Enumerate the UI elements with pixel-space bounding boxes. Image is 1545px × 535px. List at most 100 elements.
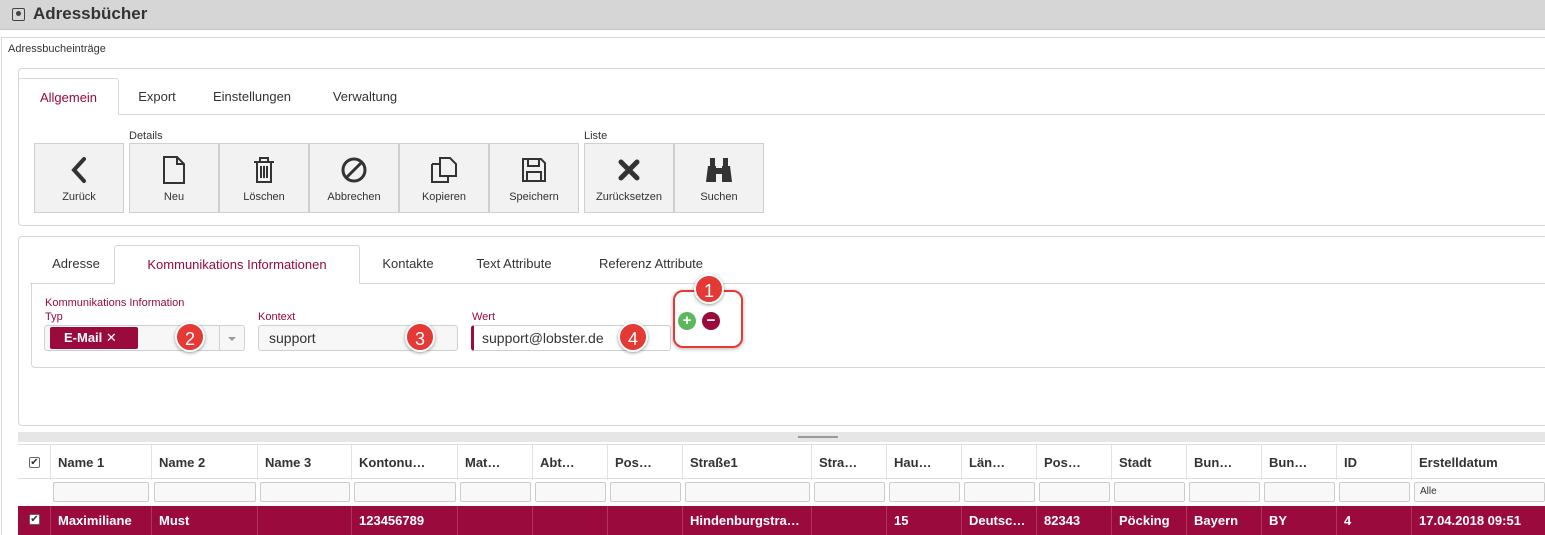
- add-icon[interactable]: +: [678, 312, 696, 330]
- binoculars-icon: [706, 158, 732, 182]
- tab-kontakte[interactable]: Kontakte: [368, 245, 448, 282]
- table-cell: Deutsc…: [962, 506, 1037, 535]
- save-button[interactable]: Speichern: [489, 143, 579, 213]
- column-header[interactable]: Stra…: [812, 445, 887, 480]
- table-cell: 17.04.2018 09:51: [1419, 513, 1521, 528]
- search-button-label: Suchen: [700, 191, 738, 203]
- remove-icon[interactable]: −: [702, 312, 720, 330]
- table-cell: Hindenburgstra…: [683, 506, 812, 535]
- badge-4: 4: [618, 322, 648, 352]
- tab-adresse[interactable]: Adresse: [34, 245, 118, 282]
- column-header[interactable]: Hau…: [887, 445, 962, 480]
- column-header[interactable]: Stadt: [1112, 445, 1187, 480]
- table-cell: BY: [1262, 506, 1337, 535]
- chevron-left-icon: [71, 157, 86, 183]
- column-header[interactable]: Straße1: [683, 445, 812, 480]
- filter-input[interactable]: [1039, 482, 1110, 502]
- tab-referenz-attribute[interactable]: Referenz Attribute: [584, 245, 718, 282]
- column-header[interactable]: Name 2: [152, 445, 258, 480]
- column-header[interactable]: Bun…: [1187, 445, 1262, 480]
- tab-kommunikations-informationen[interactable]: Kommunikations Informationen: [114, 245, 360, 284]
- filter-input[interactable]: [154, 482, 256, 502]
- delete-button[interactable]: Löschen: [219, 143, 309, 213]
- tab-verwaltung[interactable]: Verwaltung: [324, 78, 406, 115]
- row-select-cell[interactable]: ✔: [18, 506, 51, 535]
- table-cell: 123456789: [352, 506, 458, 535]
- tab-einstellungen[interactable]: Einstellungen: [202, 78, 302, 115]
- splitter-handle[interactable]: [18, 432, 1545, 442]
- tab-export[interactable]: Export: [125, 78, 189, 115]
- table-cell: [533, 506, 608, 535]
- save-button-label: Speichern: [509, 191, 559, 203]
- filter-input[interactable]: [1264, 482, 1335, 502]
- table-cell: Pöcking: [1112, 506, 1187, 535]
- new-button[interactable]: Neu: [129, 143, 219, 213]
- table-cell: [608, 506, 683, 535]
- copy-button[interactable]: Kopieren: [399, 143, 489, 213]
- table-cell: 15: [887, 506, 962, 535]
- filter-input[interactable]: [1339, 482, 1410, 502]
- filter-input[interactable]: [1114, 482, 1185, 502]
- filter-select-erstelldatum[interactable]: Alle: [1414, 482, 1545, 502]
- column-header[interactable]: ID: [1337, 445, 1412, 480]
- filter-input[interactable]: [53, 482, 149, 502]
- filter-input[interactable]: [535, 482, 606, 502]
- search-button[interactable]: Suchen: [674, 143, 764, 213]
- table-cell: Must: [152, 506, 258, 535]
- badge-2: 2: [175, 322, 205, 352]
- filter-input[interactable]: [260, 482, 350, 502]
- cancel-icon: [341, 157, 367, 183]
- column-header[interactable]: Name 3: [258, 445, 352, 480]
- filter-input[interactable]: [964, 482, 1035, 502]
- new-button-label: Neu: [163, 191, 185, 203]
- row-checkbox[interactable]: ✔: [29, 514, 40, 525]
- select-all-cell[interactable]: ✔: [18, 445, 51, 480]
- wert-label: Wert: [472, 311, 496, 323]
- table-cell: 4: [1337, 506, 1412, 535]
- table-row[interactable]: ✔ Maximiliane Must 123456789 Hindenburgs…: [18, 506, 1545, 535]
- grid-header: ✔ Name 1 Name 2 Name 3 Kontonu… Mat… Abt…: [18, 444, 1545, 480]
- trash-icon: [254, 157, 274, 183]
- cancel-button[interactable]: Abbrechen: [309, 143, 399, 213]
- main-tabs: Allgemein Export Einstellungen Verwaltun…: [18, 78, 1545, 115]
- filter-input[interactable]: [889, 482, 960, 502]
- address-book-icon: [12, 8, 25, 21]
- column-header[interactable]: Erstelldatum: [1412, 445, 1545, 480]
- detail-tabs: Adresse Kommunikations Informationen Kon…: [30, 245, 1545, 284]
- filter-input[interactable]: [460, 482, 531, 502]
- close-icon: [618, 159, 640, 181]
- back-button[interactable]: Zurück: [34, 143, 124, 213]
- cancel-button-label: Abbrechen: [327, 191, 381, 203]
- filter-input[interactable]: [685, 482, 810, 502]
- delete-button-label: Löschen: [243, 191, 285, 203]
- table-cell: [812, 506, 887, 535]
- filter-input[interactable]: [814, 482, 885, 502]
- badge-1: 1: [694, 274, 724, 304]
- panel-title: Adressbucheinträge: [8, 43, 106, 55]
- filter-input[interactable]: [610, 482, 681, 502]
- column-header[interactable]: Pos…: [1037, 445, 1112, 480]
- kontext-label: Kontext: [258, 311, 296, 323]
- table-cell: [458, 506, 533, 535]
- tab-text-attribute[interactable]: Text Attribute: [460, 245, 568, 282]
- column-header[interactable]: Mat…: [458, 445, 533, 480]
- column-header[interactable]: Län…: [962, 445, 1037, 480]
- reset-button[interactable]: Zurücksetzen: [584, 143, 674, 213]
- chevron-down-icon[interactable]: [219, 326, 243, 350]
- app-title: Adressbücher: [33, 4, 148, 23]
- column-header[interactable]: Pos…: [608, 445, 683, 480]
- filter-input[interactable]: [354, 482, 456, 502]
- app-header: Adressbücher: [0, 0, 1545, 30]
- table-cell: 82343: [1037, 506, 1112, 535]
- column-header[interactable]: Abt…: [533, 445, 608, 480]
- typ-label-line1: Kommunikations Information: [45, 297, 185, 309]
- column-header[interactable]: Bun…: [1262, 445, 1337, 480]
- tab-allgemein[interactable]: Allgemein: [18, 78, 119, 115]
- column-header[interactable]: Name 1: [51, 445, 152, 480]
- select-all-checkbox[interactable]: ✔: [29, 457, 40, 468]
- typ-chip[interactable]: E-Mail ✕: [50, 327, 138, 349]
- group-details-label: Details: [129, 130, 163, 142]
- column-header[interactable]: Kontonu…: [352, 445, 458, 480]
- filter-input[interactable]: [1189, 482, 1260, 502]
- group-liste-label: Liste: [584, 130, 608, 142]
